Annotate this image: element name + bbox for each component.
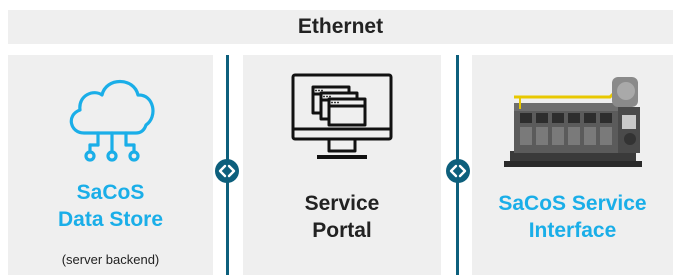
ethernet-header: Ethernet (8, 10, 673, 44)
service-interface-title-line2: Interface (528, 219, 617, 242)
panel-service-interface: SaCoS Service Interface (472, 55, 673, 275)
bidirectional-arrow-icon (215, 159, 239, 183)
engine-photo (504, 77, 642, 167)
service-portal-title-line2: Portal (312, 219, 372, 242)
panel-data-store: SaCoS Data Store (server backend) (8, 55, 213, 275)
data-store-title-line1: SaCoS (76, 181, 145, 204)
panel-service-portal: Service Portal (243, 55, 441, 275)
bidirectional-arrow-icon (446, 159, 470, 183)
service-interface-title-line1: SaCoS Service (498, 192, 647, 215)
cloud-network-icon (69, 80, 155, 162)
monitor-windows-icon (291, 73, 393, 159)
data-store-title-line2: Data Store (57, 208, 164, 231)
header-title: Ethernet (297, 15, 384, 38)
service-portal-title-line1: Service (304, 192, 380, 215)
data-store-subtitle: (server backend) (61, 252, 160, 267)
